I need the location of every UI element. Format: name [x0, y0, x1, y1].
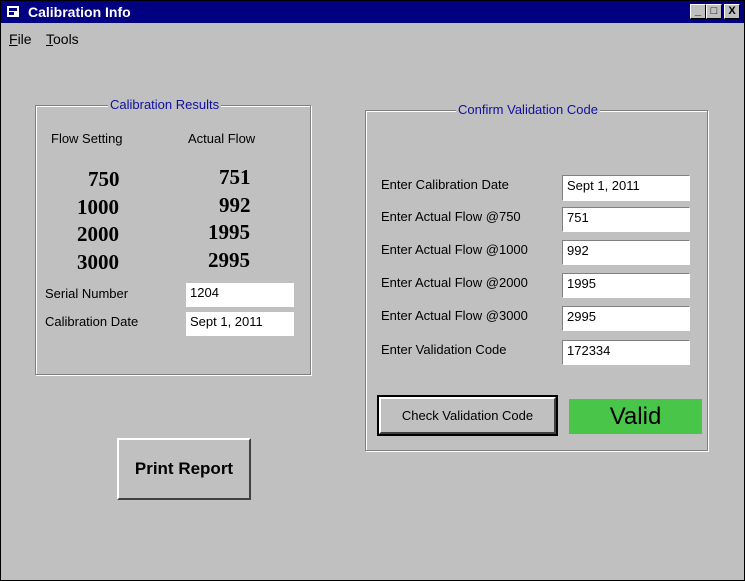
- window-title: Calibration Info: [28, 4, 131, 20]
- calibration-date-label: Calibration Date: [45, 314, 139, 329]
- menu-file-rest: ile: [17, 31, 32, 47]
- actual-flow-2000-label: Enter Actual Flow @2000: [381, 275, 528, 290]
- calibration-results-title: Calibration Results: [108, 97, 222, 112]
- menu-bar: File Tools: [1, 27, 744, 51]
- calibration-results-group: Calibration Results Flow Setting Actual …: [35, 97, 311, 375]
- calibration-date-field[interactable]: Sept 1, 2011: [186, 312, 294, 336]
- validation-code-input[interactable]: 172334: [562, 340, 690, 365]
- menu-tools-accel: T: [46, 31, 53, 47]
- actual-flow-value: 1995: [208, 220, 250, 244]
- menu-file-accel: F: [9, 31, 18, 47]
- confirm-validation-title: Confirm Validation Code: [456, 102, 600, 117]
- close-button[interactable]: X: [724, 4, 740, 19]
- actual-flow-750-label: Enter Actual Flow @750: [381, 209, 521, 224]
- actual-flow-value: 2995: [208, 248, 250, 272]
- actual-flow-1000-input[interactable]: 992: [562, 240, 690, 265]
- app-icon: [7, 6, 19, 17]
- flow-setting-value: 2000: [77, 222, 119, 246]
- enter-calibration-date-label: Enter Calibration Date: [381, 177, 509, 192]
- actual-flow-header: Actual Flow: [188, 131, 256, 146]
- actual-flow-1000-label: Enter Actual Flow @1000: [381, 242, 528, 257]
- minimize-button[interactable]: _: [690, 4, 706, 19]
- menu-file[interactable]: File: [9, 31, 32, 47]
- check-validation-code-button[interactable]: Check Validation Code: [377, 395, 558, 436]
- flow-setting-header: Flow Setting: [51, 131, 123, 146]
- actual-flow-2000-input[interactable]: 1995: [562, 273, 690, 298]
- flow-setting-value: 1000: [77, 195, 119, 219]
- calibration-date-input[interactable]: Sept 1, 2011: [562, 175, 690, 201]
- menu-tools-rest: ools: [53, 31, 79, 47]
- maximize-button[interactable]: □: [706, 4, 722, 19]
- validation-code-label: Enter Validation Code: [381, 342, 507, 357]
- confirm-validation-group: Confirm Validation Code Enter Calibratio…: [365, 102, 708, 451]
- actual-flow-750-input[interactable]: 751: [562, 207, 690, 232]
- print-report-button[interactable]: Print Report: [117, 438, 251, 500]
- actual-flow-value: 751: [219, 165, 251, 189]
- actual-flow-3000-label: Enter Actual Flow @3000: [381, 308, 528, 323]
- validation-status: Valid: [569, 399, 702, 434]
- calibration-window: Calibration Info _ □ X File Tools Calibr…: [0, 0, 745, 581]
- serial-number-field[interactable]: 1204: [186, 283, 294, 307]
- serial-number-label: Serial Number: [45, 286, 129, 301]
- menu-tools[interactable]: Tools: [46, 31, 79, 47]
- actual-flow-value: 992: [219, 193, 251, 217]
- actual-flow-3000-input[interactable]: 2995: [562, 306, 690, 331]
- flow-setting-value: 3000: [77, 250, 119, 274]
- flow-setting-value: 750: [88, 167, 120, 191]
- title-bar[interactable]: Calibration Info _ □ X: [1, 1, 744, 23]
